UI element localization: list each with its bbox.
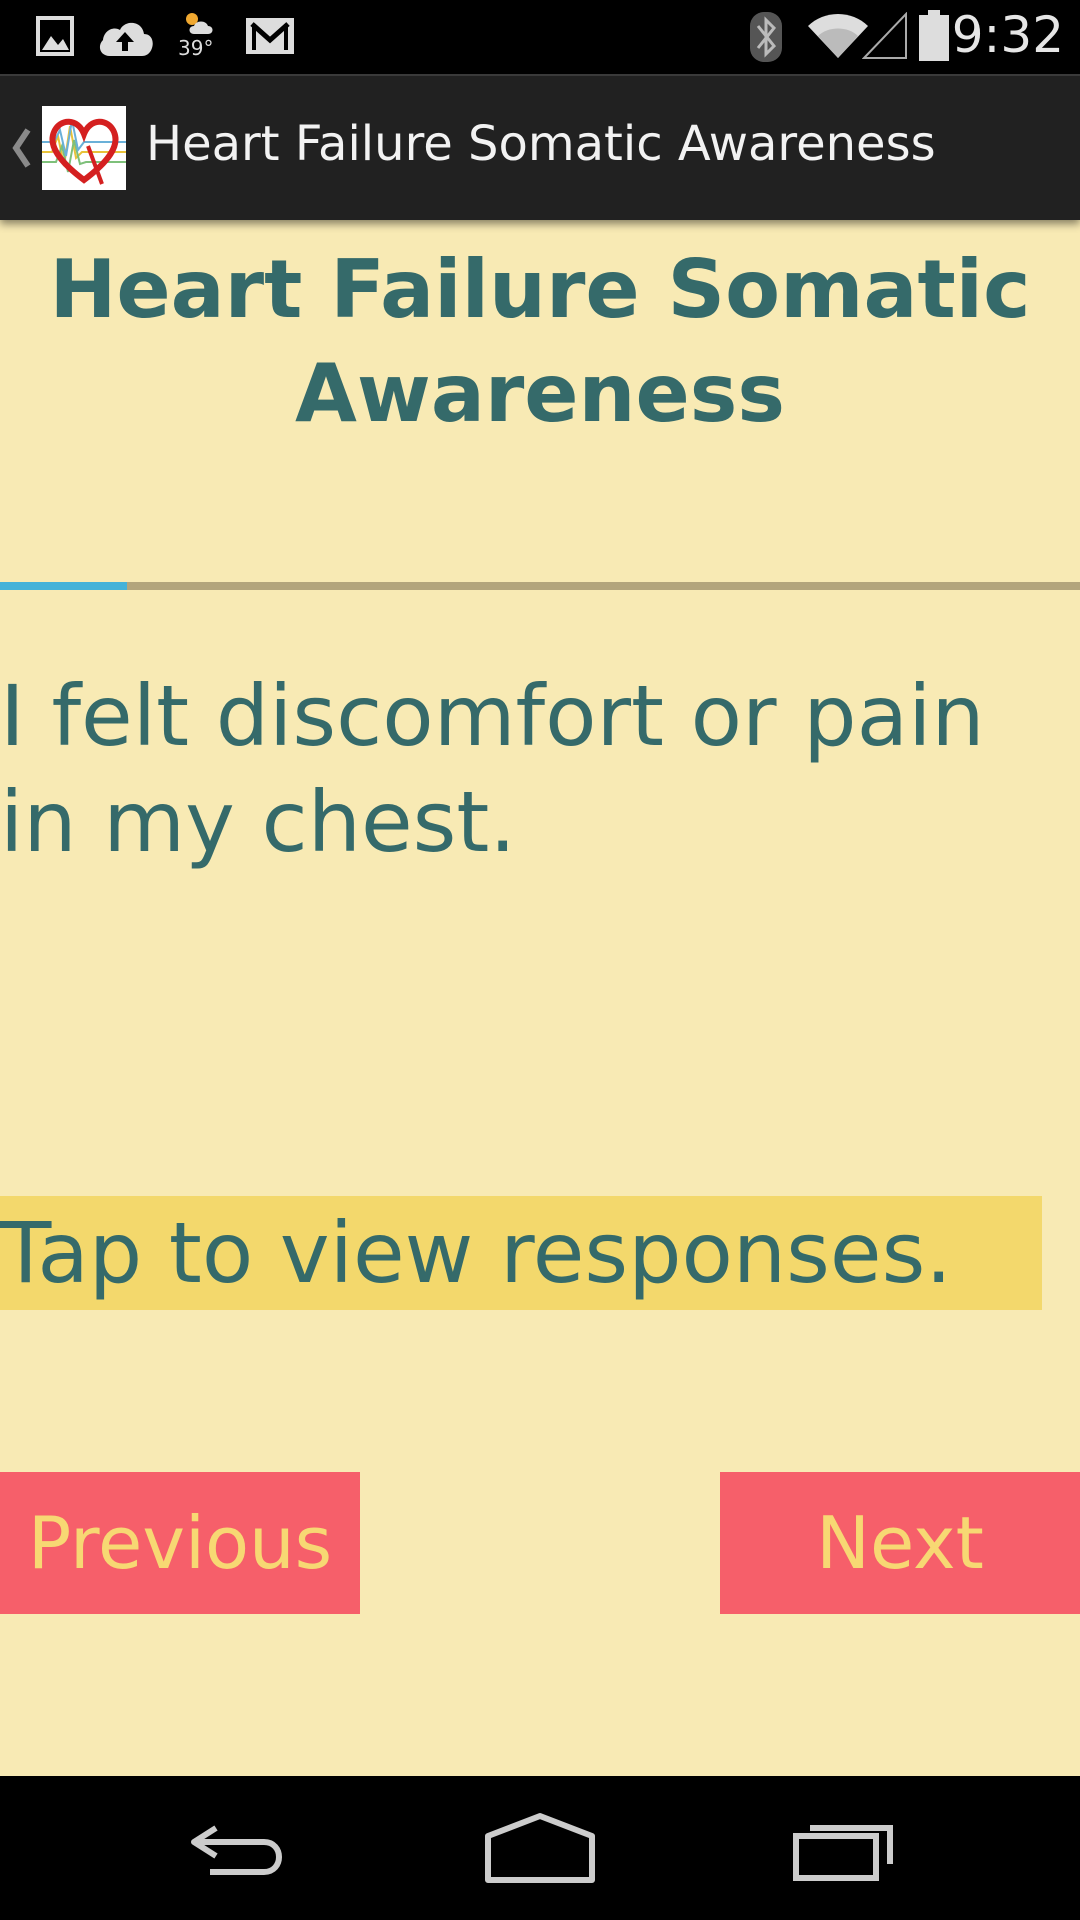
question-text: I felt discomfort or pain in my chest. xyxy=(0,667,985,871)
recents-icon[interactable] xyxy=(790,1810,898,1886)
battery-icon xyxy=(919,10,949,61)
app-screen: 39° 9:32 Heart Failure Somatic Awareness… xyxy=(0,0,1080,1920)
bluetooth-icon xyxy=(750,12,782,62)
action-bar: Heart Failure Somatic Awareness xyxy=(0,74,1080,220)
gmail-icon xyxy=(246,18,294,54)
action-bar-title: Heart Failure Somatic Awareness xyxy=(146,116,936,172)
signal-icon xyxy=(862,12,907,59)
temperature-text: 39° xyxy=(178,36,214,60)
main-content: Heart Failure Somatic Awareness I felt d… xyxy=(0,218,1080,1776)
wifi-icon xyxy=(808,14,868,58)
progress-bar xyxy=(0,582,1080,590)
view-responses-button[interactable]: Tap to view responses. xyxy=(0,1196,1042,1310)
view-responses-label: Tap to view responses. xyxy=(0,1204,953,1302)
cloud-upload-icon xyxy=(99,22,153,56)
back-icon[interactable] xyxy=(186,1810,292,1886)
system-navigation-bar xyxy=(0,1776,1080,1920)
previous-button[interactable]: Previous xyxy=(0,1472,360,1614)
app-logo-icon[interactable] xyxy=(42,106,126,190)
progress-bar-fill xyxy=(0,582,128,590)
image-icon xyxy=(36,16,74,56)
status-bar: 39° 9:32 xyxy=(0,0,1080,74)
next-button[interactable]: Next xyxy=(720,1472,1080,1614)
back-caret-icon[interactable] xyxy=(8,120,34,176)
home-icon[interactable] xyxy=(484,1810,596,1886)
page-title: Heart Failure Somatic Awareness xyxy=(49,243,1031,440)
weather-icon xyxy=(186,13,213,34)
clock-text: 9:32 xyxy=(951,6,1064,64)
